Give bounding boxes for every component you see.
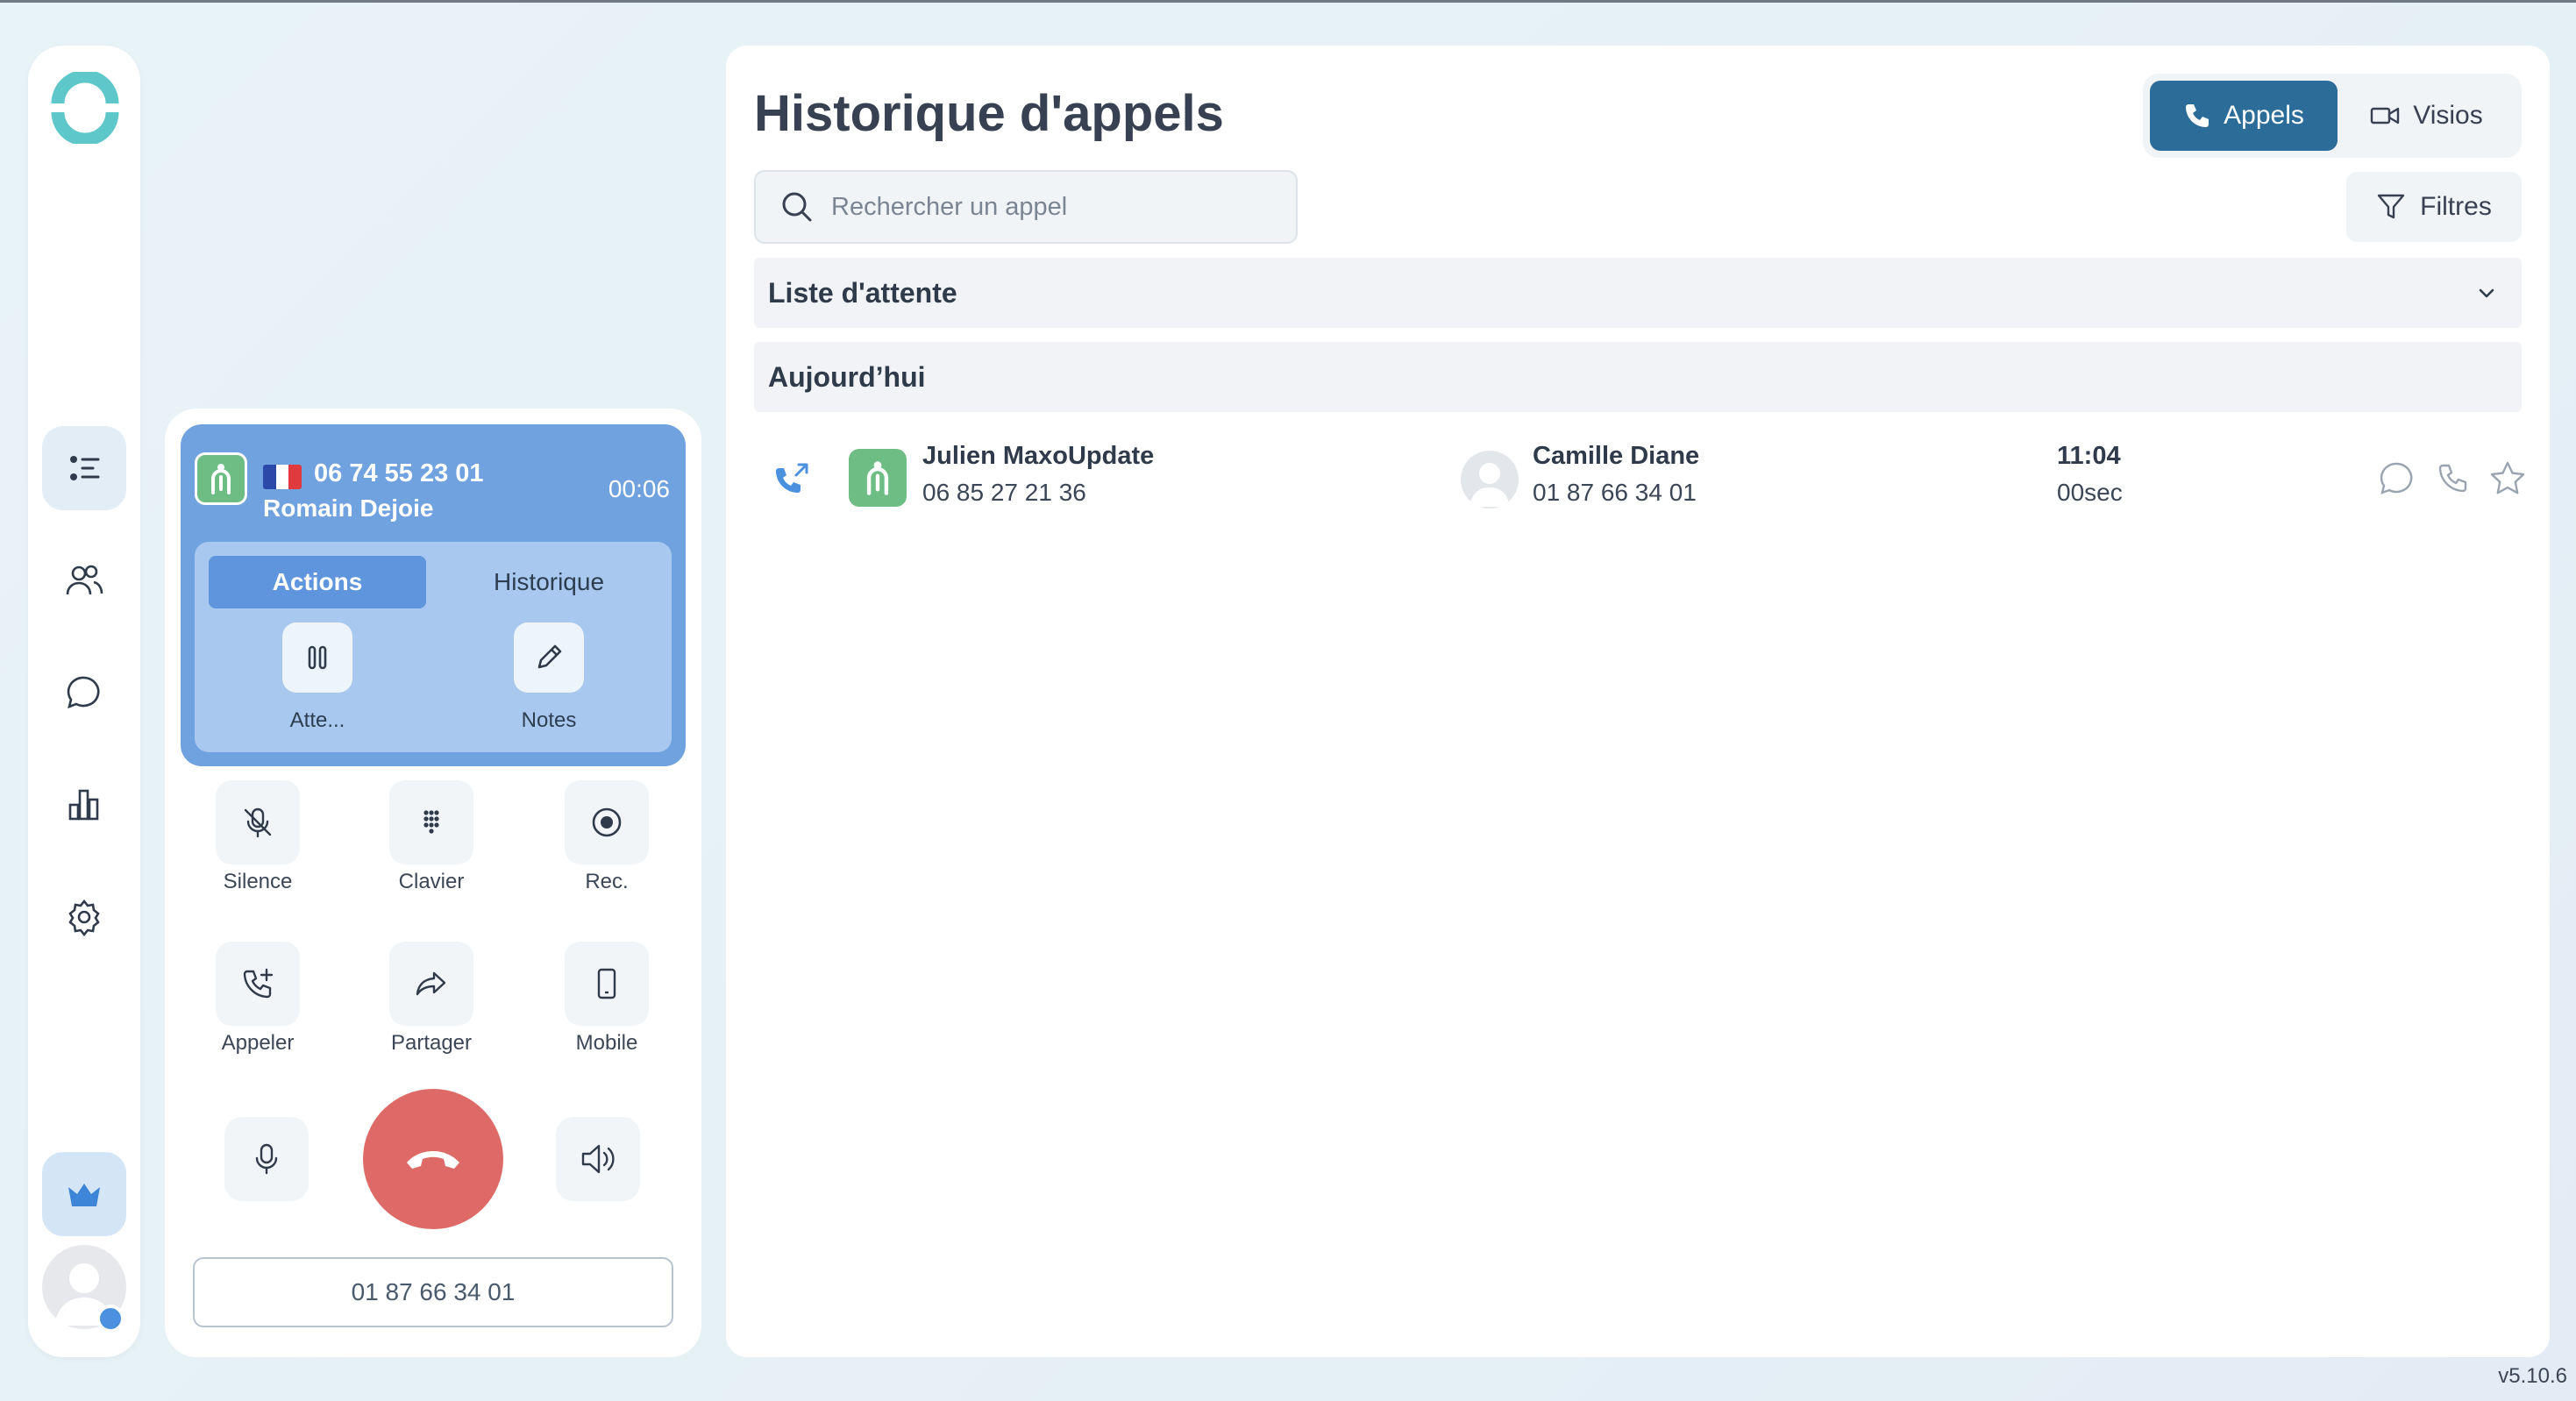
add-call-label: Appeler (221, 1031, 295, 1055)
caller-number: 06 85 27 21 36 (922, 479, 1086, 506)
list-icon (70, 456, 100, 480)
video-camera-icon (2371, 107, 2400, 124)
filters-label: Filtres (2420, 192, 2492, 221)
france-flag-icon (263, 465, 302, 489)
mute-button[interactable] (216, 780, 300, 864)
sidebar (28, 46, 140, 1357)
chat-bubble-icon (67, 676, 100, 709)
star-icon (2490, 461, 2525, 494)
record-icon (592, 807, 622, 837)
phone-plus-icon (243, 968, 274, 999)
queue-section-title: Liste d'attente (768, 276, 957, 309)
speaker-button[interactable] (556, 1117, 640, 1201)
tab-actions[interactable]: Actions (209, 556, 426, 608)
table-row[interactable]: Julien MaxoUpdate 06 85 27 21 36 Camille… (754, 438, 2525, 523)
hold-button[interactable] (282, 622, 352, 693)
top-border (0, 0, 2576, 3)
callee-name: Camille Diane (1533, 442, 1700, 470)
chevron-down-icon (2479, 288, 2494, 298)
hangup-icon (407, 1151, 459, 1169)
user-avatar-icon (1469, 463, 1510, 507)
hold-label: Atte... (289, 708, 345, 732)
mute-label: Silence (223, 870, 293, 893)
favorite-button[interactable] (2487, 458, 2529, 500)
notes-button[interactable] (514, 622, 584, 693)
phone-icon (2186, 104, 2210, 127)
tab-historique[interactable]: Historique (440, 556, 658, 608)
outgoing-call-icon (776, 463, 808, 493)
phone-icon (2438, 464, 2467, 493)
transfer-button[interactable] (389, 942, 473, 1026)
sidebar-item-contacts[interactable] (42, 538, 126, 622)
app-badge-icon (849, 449, 907, 507)
call-duration: 00sec (2057, 479, 2123, 506)
call-actions-panel: Actions Historique Atte... Notes (195, 542, 672, 752)
app-badge-icon (195, 452, 247, 505)
tab-appels-label: Appels (2224, 101, 2304, 130)
notes-label: Notes (521, 708, 577, 732)
call-history-panel: Historique d'appels Appels Visios Filtre… (726, 46, 2550, 1357)
today-section-title: Aujourd’hui (768, 360, 926, 393)
crown-icon (68, 1184, 100, 1206)
app-logo[interactable] (49, 69, 121, 146)
mobile-label: Mobile (575, 1031, 638, 1055)
pause-icon (308, 645, 327, 670)
microphone-button[interactable] (224, 1117, 309, 1201)
app-version: v5.10.6 (2498, 1364, 2567, 1388)
tab-visios[interactable]: Visios (2338, 81, 2515, 151)
filters-button[interactable]: Filtres (2346, 172, 2522, 242)
page-title: Historique d'appels (754, 85, 1224, 142)
transfer-label: Partager (390, 1031, 473, 1055)
caller-line-selector[interactable]: 01 87 66 34 01 (193, 1257, 673, 1327)
mobile-button[interactable] (565, 942, 649, 1026)
caller-name: Julien MaxoUpdate (922, 442, 1155, 470)
mic-off-icon (244, 807, 272, 838)
queue-section-header[interactable]: Liste d'attente (754, 258, 2522, 328)
mode-switch: Appels Visios (2143, 74, 2522, 158)
premium-button[interactable] (42, 1152, 126, 1236)
message-button[interactable] (2376, 458, 2418, 500)
active-call-panel: 06 74 55 23 01 Romain Dejoie 00:06 Actio… (165, 409, 701, 1357)
logo-icon (51, 69, 119, 146)
presence-status-dot (96, 1305, 125, 1333)
search-input[interactable] (831, 192, 1287, 222)
add-call-button[interactable] (216, 942, 300, 1026)
sidebar-item-settings[interactable] (42, 875, 126, 959)
call-timer: 00:06 (608, 475, 670, 502)
sidebar-item-messages[interactable] (42, 651, 126, 735)
share-arrow-icon (416, 971, 446, 996)
tab-visios-label: Visios (2413, 101, 2483, 130)
bar-chart-icon (68, 789, 99, 821)
search-icon (782, 192, 812, 222)
keypad-label: Clavier (398, 870, 465, 893)
today-section-header: Aujourd’hui (754, 342, 2522, 412)
pencil-icon (537, 644, 562, 669)
filter-icon (2377, 194, 2405, 219)
speaker-icon (581, 1144, 615, 1174)
call-time: 11:04 (2057, 442, 2121, 470)
contacts-icon (66, 565, 103, 595)
gear-icon (68, 899, 100, 936)
call-back-button[interactable] (2432, 458, 2474, 500)
record-button[interactable] (565, 780, 649, 864)
keypad-icon (423, 810, 439, 834)
call-card: 06 74 55 23 01 Romain Dejoie 00:06 Actio… (181, 424, 686, 766)
callee-number: 01 87 66 34 01 (1533, 479, 1697, 506)
sidebar-item-stats[interactable] (42, 763, 126, 847)
search-bar (754, 170, 1298, 244)
hangup-button[interactable] (363, 1089, 503, 1229)
keypad-button[interactable] (389, 780, 473, 864)
call-number: 06 74 55 23 01 (314, 459, 484, 487)
tab-appels[interactable]: Appels (2150, 81, 2338, 151)
ringover-glyph-icon (211, 464, 231, 494)
callee-avatar (1461, 451, 1519, 508)
call-contact-name: Romain Dejoie (263, 494, 434, 522)
sidebar-item-history[interactable] (42, 426, 126, 510)
microphone-icon (255, 1143, 278, 1175)
ringover-glyph-icon (866, 461, 889, 495)
chat-bubble-icon (2380, 462, 2413, 494)
smartphone-icon (597, 968, 616, 999)
record-label: Rec. (585, 870, 629, 893)
